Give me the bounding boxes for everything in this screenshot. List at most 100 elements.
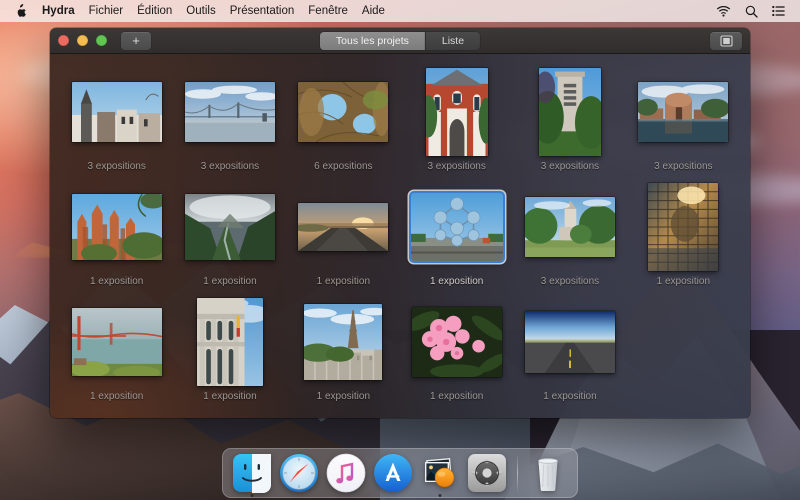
project-cell[interactable]: 6 expositions xyxy=(287,68,400,183)
dock-running-indicator xyxy=(251,494,254,497)
project-thumbnail-wrapper xyxy=(70,298,164,386)
project-thumbnail-wrapper xyxy=(523,183,617,271)
project-thumbnail-wrapper xyxy=(409,183,505,271)
project-exposure-count: 1 exposition xyxy=(203,276,256,287)
spotlight-search-icon[interactable] xyxy=(738,0,765,22)
project-thumbnail-eiffel-tower-paris[interactable] xyxy=(304,304,382,380)
project-thumbnail-stone-bell-tower[interactable] xyxy=(539,68,601,156)
notification-center-icon[interactable] xyxy=(765,0,792,22)
dock-item-safari[interactable] xyxy=(279,453,319,493)
menu-item-app-name[interactable]: Hydra xyxy=(35,0,82,22)
project-exposure-count: 3 expositions xyxy=(541,161,599,172)
project-thumbnail-empty-highway[interactable] xyxy=(525,311,615,373)
close-button[interactable] xyxy=(58,35,69,46)
dock-separator xyxy=(517,453,518,493)
project-thumbnail-belfry-townhouses[interactable] xyxy=(72,82,162,142)
project-thumbnail-pink-oleander-flowers[interactable] xyxy=(412,307,502,377)
dock-item-hydra[interactable] xyxy=(420,453,460,493)
zoom-button[interactable] xyxy=(96,35,107,46)
add-project-button[interactable]: + xyxy=(121,32,151,50)
project-cell[interactable]: 3 expositions xyxy=(513,183,626,298)
project-cell[interactable]: 1 exposition xyxy=(627,183,740,298)
tab-liste[interactable]: Liste xyxy=(426,32,480,50)
project-exposure-count: 1 exposition xyxy=(90,391,143,402)
project-thumbnail-wrapper xyxy=(523,298,617,386)
window-controls xyxy=(58,35,107,46)
project-thumbnail-palace-fine-arts[interactable] xyxy=(638,82,728,142)
project-thumbnail-atomium-brussels[interactable] xyxy=(411,193,503,261)
menu-item-fichier[interactable]: Fichier xyxy=(82,0,131,22)
project-cell[interactable]: 3 expositions xyxy=(60,68,173,183)
window-titlebar[interactable]: + Tous les projets Liste xyxy=(50,28,750,54)
dock-item-itunes[interactable] xyxy=(326,453,366,493)
project-cell[interactable]: 1 exposition xyxy=(400,298,513,413)
project-exposure-count: 1 exposition xyxy=(543,391,596,402)
dock-item-system-preferences[interactable] xyxy=(467,453,507,493)
project-thumbnail-wrapper xyxy=(410,298,504,386)
project-thumbnail-apple-store-facade[interactable] xyxy=(648,183,718,271)
dock-item-app-store[interactable] xyxy=(373,453,413,493)
project-exposure-count: 6 expositions xyxy=(314,161,372,172)
project-thumbnail-wrapper xyxy=(70,183,164,271)
project-cell[interactable]: 1 exposition xyxy=(400,183,513,298)
project-exposure-count: 1 exposition xyxy=(430,276,483,287)
projects-grid: 3 expositions 3 expositions xyxy=(60,68,740,413)
wifi-icon[interactable] xyxy=(709,0,738,22)
project-thumbnail-wrapper xyxy=(646,183,720,271)
project-exposure-count: 1 exposition xyxy=(203,391,256,402)
project-thumbnail-wrapper xyxy=(183,68,277,156)
project-cell[interactable]: 1 exposition xyxy=(287,183,400,298)
dock xyxy=(222,448,578,498)
project-cell[interactable]: 1 exposition xyxy=(513,298,626,413)
project-thumbnail-mountain-valley-gorge[interactable] xyxy=(185,194,275,260)
project-thumbnail-wrapper xyxy=(302,298,384,386)
menu-item-fenetre[interactable]: Fenêtre xyxy=(301,0,355,22)
show-inspector-icon[interactable] xyxy=(710,32,742,50)
apple-menu-icon[interactable] xyxy=(9,0,33,22)
project-cell[interactable]: 1 exposition xyxy=(173,183,286,298)
project-cell[interactable]: 3 expositions xyxy=(173,68,286,183)
project-thumbnail-golden-gate-bridge[interactable] xyxy=(72,308,162,376)
project-exposure-count: 3 expositions xyxy=(654,161,712,172)
project-exposure-count: 1 exposition xyxy=(430,391,483,402)
project-cell[interactable]: 1 exposition xyxy=(60,298,173,413)
project-thumbnail-sunset-desert-road[interactable] xyxy=(298,203,388,251)
project-thumbnail-wrapper xyxy=(537,68,603,156)
project-thumbnail-wrapper xyxy=(195,298,265,386)
project-thumbnail-ornate-colonnade[interactable] xyxy=(197,298,263,386)
project-thumbnail-wrapper xyxy=(296,183,390,271)
project-thumbnail-bryce-canyon-hoodoos[interactable] xyxy=(72,194,162,260)
menu-item-outils[interactable]: Outils xyxy=(179,0,222,22)
project-cell[interactable]: 1 exposition xyxy=(287,298,400,413)
project-thumbnail-wrapper xyxy=(296,68,390,156)
dock-running-indicator xyxy=(439,494,442,497)
project-exposure-count: 1 exposition xyxy=(90,276,143,287)
project-thumbnail-twig-nest-sculpture[interactable] xyxy=(298,82,388,142)
project-cell[interactable]: 1 exposition xyxy=(173,298,286,413)
project-exposure-count: 3 expositions xyxy=(427,161,485,172)
project-exposure-count: 1 exposition xyxy=(317,276,370,287)
project-thumbnail-bay-bridge[interactable] xyxy=(185,82,275,142)
project-thumbnail-wrapper xyxy=(636,68,730,156)
menu-bar: Hydra Fichier Édition Outils Présentatio… xyxy=(0,0,800,22)
view-mode-segmented-control: Tous les projets Liste xyxy=(320,32,480,50)
project-exposure-count: 1 exposition xyxy=(657,276,710,287)
tab-tous-les-projets[interactable]: Tous les projets xyxy=(320,32,426,50)
project-cell[interactable]: 1 exposition xyxy=(60,183,173,298)
project-thumbnail-wrapper xyxy=(183,183,277,271)
project-cell[interactable]: 3 expositions xyxy=(513,68,626,183)
menu-item-aide[interactable]: Aide xyxy=(355,0,392,22)
menu-item-presentation[interactable]: Présentation xyxy=(223,0,302,22)
dock-item-trash[interactable] xyxy=(528,453,568,493)
project-thumbnail-red-brick-mansion[interactable] xyxy=(426,68,488,156)
project-thumbnail-church-tower-park[interactable] xyxy=(525,197,615,257)
menu-item-edition[interactable]: Édition xyxy=(130,0,179,22)
minimize-button[interactable] xyxy=(77,35,88,46)
menu-bar-status-area xyxy=(709,0,800,22)
project-cell[interactable]: 3 expositions xyxy=(627,68,740,183)
dock-item-finder[interactable] xyxy=(232,453,272,493)
project-cell[interactable]: 3 expositions xyxy=(400,68,513,183)
project-exposure-count: 3 expositions xyxy=(201,161,259,172)
desktop: Hydra Fichier Édition Outils Présentatio… xyxy=(0,0,800,500)
project-exposure-count: 3 expositions xyxy=(541,276,599,287)
